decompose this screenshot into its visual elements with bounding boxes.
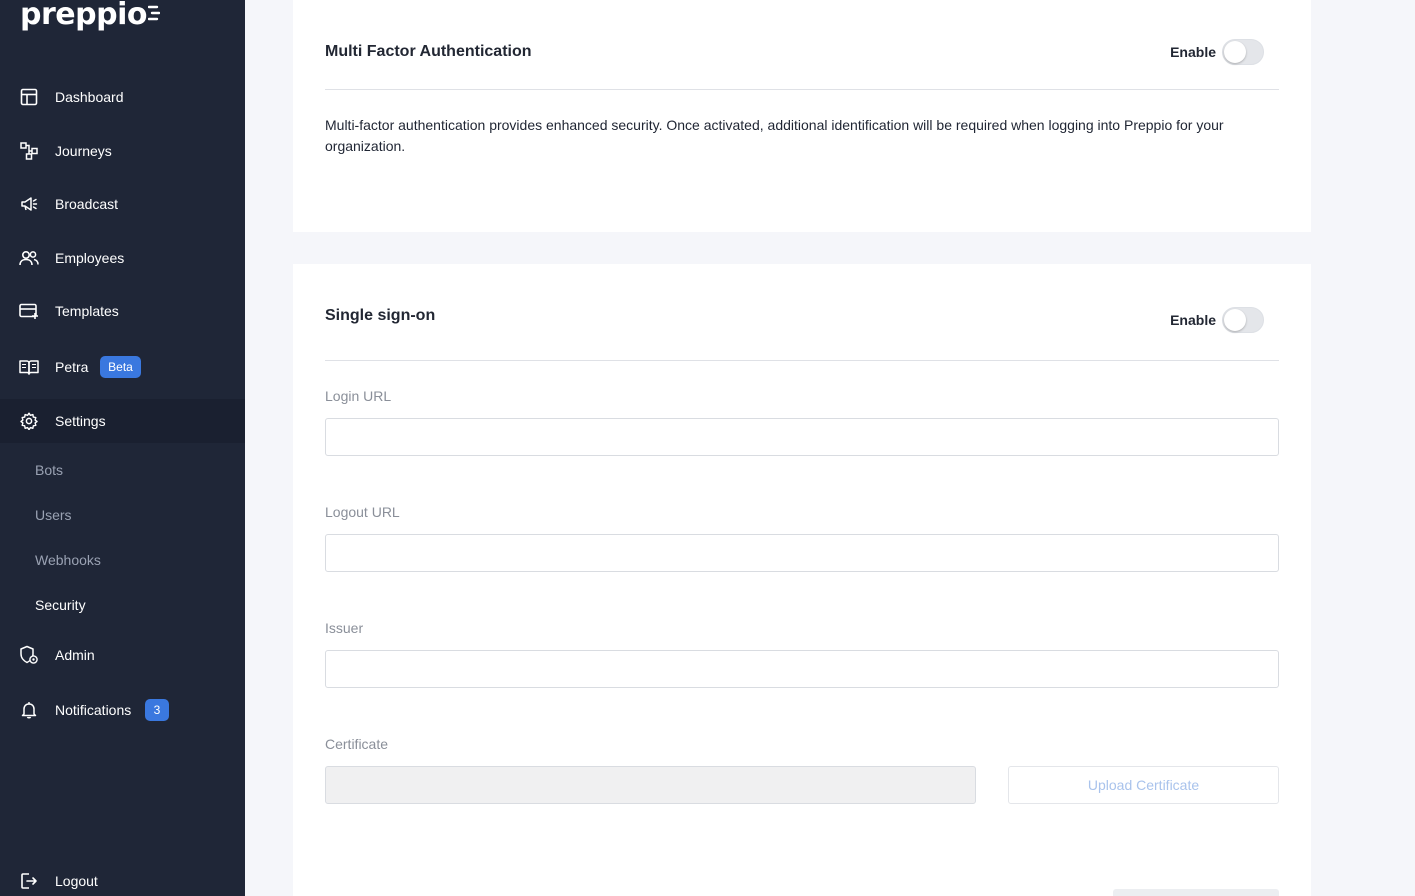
toggle-knob <box>1224 41 1246 63</box>
sub-item-bots[interactable]: Bots <box>35 462 63 478</box>
nav-label-logout: Logout <box>55 873 98 889</box>
sub-item-webhooks[interactable]: Webhooks <box>35 552 101 568</box>
nav-item-notifications[interactable]: Notifications 3 <box>0 688 245 732</box>
mfa-enable-label: Enable <box>1170 44 1216 60</box>
admin-shield-icon <box>19 645 39 665</box>
logo-mark-icon <box>147 5 160 21</box>
issuer-label: Issuer <box>325 620 364 636</box>
nav-label-admin: Admin <box>55 647 95 663</box>
nav-label-dashboard: Dashboard <box>55 89 124 105</box>
nav-label-templates: Templates <box>55 303 119 319</box>
nav-item-journeys[interactable]: Journeys <box>0 129 245 173</box>
logout-url-input[interactable] <box>325 534 1279 572</box>
nav-label-settings: Settings <box>55 413 106 429</box>
sso-enable-control: Enable <box>1170 307 1264 333</box>
nav-label-journeys: Journeys <box>55 143 112 159</box>
nav-item-petra[interactable]: Petra Beta <box>0 345 245 389</box>
logout-icon <box>19 871 39 891</box>
certificate-label: Certificate <box>325 736 389 752</box>
journeys-icon <box>19 141 39 161</box>
sso-enable-label: Enable <box>1170 312 1216 328</box>
sub-item-users[interactable]: Users <box>35 507 72 523</box>
sso-card: Single sign-on Enable Login URL Logout U… <box>293 264 1311 896</box>
brand-name: preppio <box>20 0 147 32</box>
brand-logo[interactable]: preppio <box>20 0 160 34</box>
sso-title: Single sign-on <box>325 307 436 324</box>
nav-label-broadcast: Broadcast <box>55 196 119 212</box>
nav-label-employees: Employees <box>55 250 125 266</box>
template-card-icon <box>19 301 39 321</box>
logout-url-label: Logout URL <box>325 504 400 520</box>
nav-label-notifications: Notifications <box>55 702 132 718</box>
sso-divider <box>325 360 1279 361</box>
nav-item-logout[interactable]: Logout <box>0 859 245 896</box>
mfa-title: Multi Factor Authentication <box>325 43 532 60</box>
notifications-count-badge: 3 <box>145 699 169 721</box>
sidebar: preppio Dashboard Journeys Broadcast Emp… <box>0 0 245 896</box>
login-url-input[interactable] <box>325 418 1279 456</box>
bell-icon <box>19 700 39 720</box>
nav-item-employees[interactable]: Employees <box>0 236 245 280</box>
nav-label-petra: Petra <box>55 359 89 375</box>
gear-icon <box>19 411 39 431</box>
issuer-input[interactable] <box>325 650 1279 688</box>
nav-item-admin[interactable]: Admin <box>0 633 245 677</box>
megaphone-icon <box>19 194 39 214</box>
mfa-divider <box>325 89 1279 90</box>
mfa-description: Multi-factor authentication provides enh… <box>325 117 1224 154</box>
people-icon <box>19 248 39 268</box>
sub-item-security[interactable]: Security <box>35 597 86 613</box>
certificate-field <box>325 766 976 804</box>
mfa-enable-control: Enable <box>1170 39 1264 65</box>
mfa-enable-toggle[interactable] <box>1222 39 1264 65</box>
nav-item-dashboard[interactable]: Dashboard <box>0 75 245 119</box>
sso-enable-toggle[interactable] <box>1222 307 1264 333</box>
dashboard-icon <box>19 87 39 107</box>
nav-item-settings[interactable]: Settings <box>0 399 245 443</box>
save-button[interactable] <box>1113 889 1279 896</box>
book-icon <box>19 357 39 377</box>
upload-certificate-button[interactable]: Upload Certificate <box>1008 766 1279 804</box>
nav-item-broadcast[interactable]: Broadcast <box>0 182 245 226</box>
nav-item-templates[interactable]: Templates <box>0 289 245 333</box>
toggle-knob <box>1224 309 1246 331</box>
mfa-card: Multi Factor Authentication Enable Multi… <box>293 0 1311 232</box>
beta-badge: Beta <box>100 356 141 378</box>
login-url-label: Login URL <box>325 388 392 404</box>
